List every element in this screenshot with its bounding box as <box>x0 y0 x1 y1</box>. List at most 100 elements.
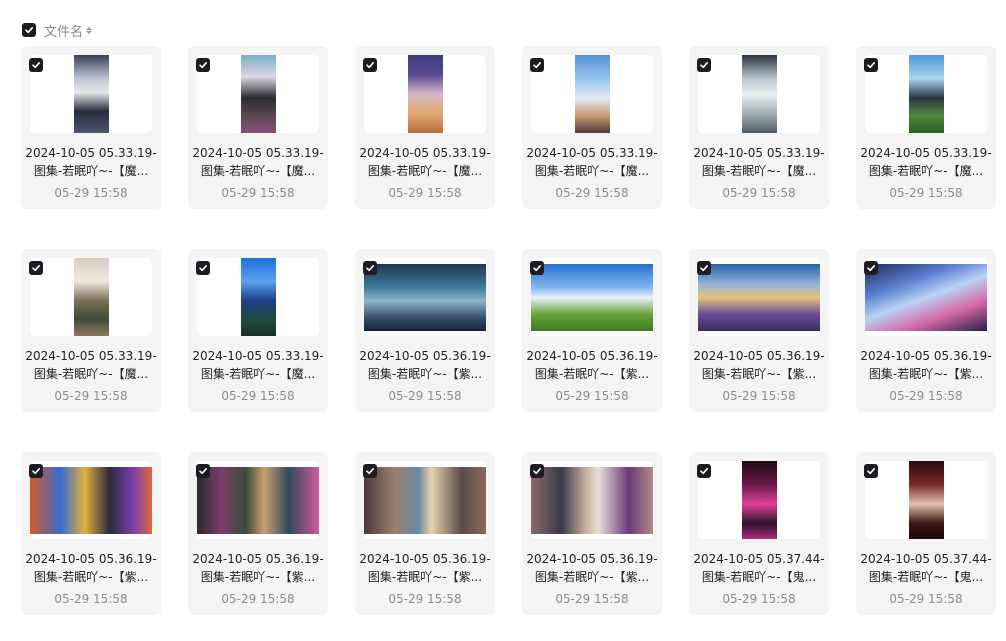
file-name: 2024-10-05 05.36.19- 图集-若眠吖~-【紫... <box>192 552 324 584</box>
checkmark-icon <box>366 62 374 69</box>
file-checkbox[interactable] <box>29 464 43 478</box>
file-grid: 2024-10-05 05.33.19- 图集-若眠吖~-【魔... 05-29 … <box>21 46 1006 641</box>
sort-icon[interactable] <box>86 26 93 34</box>
thumbnail-image <box>741 461 777 539</box>
file-checkbox[interactable] <box>697 58 711 72</box>
thumbnail-frame <box>865 461 987 539</box>
file-name: 2024-10-05 05.33.19- 图集-若眠吖~-【魔... <box>359 146 491 178</box>
file-checkbox[interactable] <box>530 464 544 478</box>
thumbnail-image <box>865 263 987 331</box>
file-checkbox[interactable] <box>29 261 43 275</box>
thumbnail-image <box>531 263 653 331</box>
file-name: 2024-10-05 05.33.19- 图集-若眠吖~-【魔... <box>526 146 658 178</box>
checkmark-icon <box>32 468 40 475</box>
file-name: 2024-10-05 05.36.19- 图集-若眠吖~-【紫... <box>860 349 992 381</box>
file-checkbox[interactable] <box>363 464 377 478</box>
thumbnail-image <box>908 55 944 133</box>
thumbnail-frame <box>531 55 653 133</box>
thumbnail-image <box>364 263 486 331</box>
file-checkbox[interactable] <box>697 261 711 275</box>
file-card[interactable]: 2024-10-05 05.33.19- 图集-若眠吖~-【魔... 05-29 … <box>188 249 328 412</box>
file-card[interactable]: 2024-10-05 05.33.19- 图集-若眠吖~-【魔... 05-29 … <box>689 46 829 209</box>
thumbnail-frame <box>30 461 152 539</box>
file-checkbox[interactable] <box>196 464 210 478</box>
file-name: 2024-10-05 05.33.19- 图集-若眠吖~-【魔... <box>860 146 992 178</box>
checkmark-icon <box>199 265 207 272</box>
file-checkbox[interactable] <box>864 58 878 72</box>
file-card[interactable]: 2024-10-05 05.36.19- 图集-若眠吖~-【紫... 05-29 … <box>355 249 495 412</box>
file-checkbox[interactable] <box>530 261 544 275</box>
file-card[interactable]: 2024-10-05 05.37.44- 图集-若眠吖~-【鬼... 05-29 … <box>689 452 829 615</box>
file-date: 05-29 15:58 <box>221 186 295 200</box>
file-card[interactable]: 2024-10-05 05.36.19- 图集-若眠吖~-【紫... 05-29 … <box>188 452 328 615</box>
thumbnail-image <box>407 55 443 133</box>
checkmark-icon <box>700 265 708 272</box>
file-card[interactable]: 2024-10-05 05.33.19- 图集-若眠吖~-【魔... 05-29 … <box>21 46 161 209</box>
file-card[interactable]: 2024-10-05 05.33.19- 图集-若眠吖~-【魔... 05-29 … <box>355 46 495 209</box>
file-card[interactable]: 2024-10-05 05.36.19- 图集-若眠吖~-【紫... 05-29 … <box>21 452 161 615</box>
thumbnail-frame <box>531 461 653 539</box>
thumbnail-image <box>531 466 653 534</box>
file-date: 05-29 15:58 <box>388 389 462 403</box>
file-name: 2024-10-05 05.37.44- 图集-若眠吖~-【鬼... <box>693 552 825 584</box>
file-checkbox[interactable] <box>29 58 43 72</box>
checkmark-icon <box>199 468 207 475</box>
checkmark-icon <box>32 265 40 272</box>
filename-column-label[interactable]: 文件名 <box>44 21 83 40</box>
file-card[interactable]: 2024-10-05 05.37.44- 图集-若眠吖~-【鬼... 05-29 … <box>856 452 996 615</box>
file-name: 2024-10-05 05.33.19- 图集-若眠吖~-【魔... <box>192 146 324 178</box>
checkmark-icon <box>700 468 708 475</box>
file-name: 2024-10-05 05.36.19- 图集-若眠吖~-【紫... <box>25 552 157 584</box>
file-checkbox[interactable] <box>864 464 878 478</box>
file-date: 05-29 15:58 <box>54 186 128 200</box>
file-card[interactable]: 2024-10-05 05.33.19- 图集-若眠吖~-【魔... 05-29 … <box>522 46 662 209</box>
list-header: 文件名 <box>22 21 93 40</box>
checkmark-icon <box>867 62 875 69</box>
file-date: 05-29 15:58 <box>54 389 128 403</box>
file-date: 05-29 15:58 <box>555 389 629 403</box>
thumbnail-frame <box>30 258 152 336</box>
file-card[interactable]: 2024-10-05 05.33.19- 图集-若眠吖~-【魔... 05-29 … <box>856 46 996 209</box>
file-card[interactable]: 2024-10-05 05.36.19- 图集-若眠吖~-【紫... 05-29 … <box>522 249 662 412</box>
file-name: 2024-10-05 05.33.19- 图集-若眠吖~-【魔... <box>25 349 157 381</box>
thumbnail-frame <box>197 55 319 133</box>
file-checkbox[interactable] <box>196 261 210 275</box>
file-name: 2024-10-05 05.36.19- 图集-若眠吖~-【紫... <box>359 552 491 584</box>
file-checkbox[interactable] <box>530 58 544 72</box>
file-checkbox[interactable] <box>196 58 210 72</box>
file-checkbox[interactable] <box>363 261 377 275</box>
thumbnail-frame <box>865 258 987 336</box>
file-card[interactable]: 2024-10-05 05.36.19- 图集-若眠吖~-【紫... 05-29 … <box>522 452 662 615</box>
file-date: 05-29 15:58 <box>54 592 128 606</box>
file-card[interactable]: 2024-10-05 05.33.19- 图集-若眠吖~-【魔... 05-29 … <box>21 249 161 412</box>
thumbnail-frame <box>698 55 820 133</box>
file-checkbox[interactable] <box>864 261 878 275</box>
thumbnail-image <box>73 55 109 133</box>
checkmark-icon <box>700 62 708 69</box>
checkmark-icon <box>867 468 875 475</box>
thumbnail-frame <box>531 258 653 336</box>
checkmark-icon <box>867 265 875 272</box>
file-card[interactable]: 2024-10-05 05.33.19- 图集-若眠吖~-【魔... 05-29 … <box>188 46 328 209</box>
select-all-checkbox[interactable] <box>22 23 36 37</box>
file-checkbox[interactable] <box>363 58 377 72</box>
file-card[interactable]: 2024-10-05 05.36.19- 图集-若眠吖~-【紫... 05-29 … <box>689 249 829 412</box>
file-date: 05-29 15:58 <box>722 592 796 606</box>
file-date: 05-29 15:58 <box>889 592 963 606</box>
checkmark-icon <box>533 265 541 272</box>
thumbnail-image <box>741 55 777 133</box>
file-name: 2024-10-05 05.33.19- 图集-若眠吖~-【魔... <box>25 146 157 178</box>
file-name: 2024-10-05 05.33.19- 图集-若眠吖~-【魔... <box>192 349 324 381</box>
thumbnail-image <box>364 466 486 534</box>
file-card[interactable]: 2024-10-05 05.36.19- 图集-若眠吖~-【紫... 05-29 … <box>355 452 495 615</box>
file-checkbox[interactable] <box>697 464 711 478</box>
thumbnail-image <box>698 263 820 331</box>
thumbnail-frame <box>364 258 486 336</box>
file-date: 05-29 15:58 <box>388 592 462 606</box>
thumbnail-frame <box>698 461 820 539</box>
thumbnail-image <box>240 258 276 336</box>
file-card[interactable]: 2024-10-05 05.36.19- 图集-若眠吖~-【紫... 05-29 … <box>856 249 996 412</box>
file-date: 05-29 15:58 <box>388 186 462 200</box>
file-date: 05-29 15:58 <box>221 592 295 606</box>
file-date: 05-29 15:58 <box>889 389 963 403</box>
